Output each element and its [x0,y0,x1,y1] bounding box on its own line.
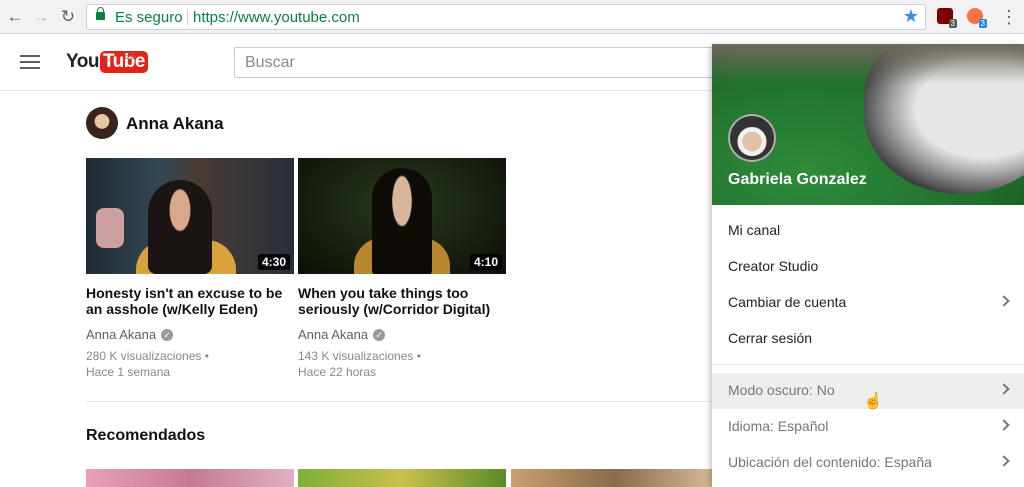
lock-icon [96,7,105,20]
video-channel[interactable]: Anna Akana ✓ [86,327,294,342]
browser-menu-icon[interactable]: ⋮ [1000,6,1018,28]
video-thumbnail[interactable]: 4:10 [298,158,506,274]
menu-item-label: Creator Studio [728,258,819,274]
menu-item-label: Cambiar de cuenta [728,294,847,310]
account-dropdown: Gabriela Gonzalez Mi canal Creator Studi… [712,44,1024,487]
video-channel-name[interactable]: Anna Akana [86,327,156,342]
menu-item-idioma[interactable]: Idioma: Español [712,409,1024,445]
hand-cursor-icon: ☝ [863,393,883,410]
country-code: ES [124,51,137,61]
video-channel-name[interactable]: Anna Akana [298,327,368,342]
channel-name[interactable]: Anna Akana [126,114,224,134]
section-title: Recomendados [86,427,206,444]
menu-item-ubicacion[interactable]: Ubicación del contenido: España [712,445,1024,481]
search-input[interactable]: Buscar [234,47,714,78]
browser-toolbar: ← → ↻ Es seguro https://www.youtube.com … [0,0,1024,34]
url-separator [187,9,188,25]
recommended-thumbnail[interactable] [511,469,719,487]
menu-divider [712,364,1024,365]
menu-item-label: Cerrar sesión [728,330,813,346]
hamburger-menu-icon[interactable] [20,55,40,69]
verified-icon: ✓ [373,328,386,341]
reload-icon[interactable]: ↻ [57,6,79,28]
video-meta: 280 K visualizaciones • Hace 1 semana [86,348,294,380]
video-views: 143 K visualizaciones [298,349,414,363]
back-icon[interactable]: ← [4,6,26,28]
menu-item-label: Modo oscuro: No [728,382,835,398]
chevron-right-icon [998,419,1010,431]
bookmark-star-icon[interactable]: ★ [903,6,919,27]
account-banner: Gabriela Gonzalez [712,44,1024,205]
menu-item-cambiar-cuenta[interactable]: Cambiar de cuenta [712,285,1024,321]
menu-item-label: Mi canal [728,222,781,238]
video-views: 280 K visualizaciones [86,349,202,363]
channel-avatar[interactable] [86,107,118,139]
video-card[interactable]: 4:30 Honesty isn't an excuse to be an as… [86,158,294,380]
url-text[interactable]: https://www.youtube.com [193,9,360,26]
recommended-thumbnail[interactable] [298,469,506,487]
logo-you: You [66,51,99,72]
menu-item-mi-canal[interactable]: Mi canal [712,213,1024,249]
video-channel[interactable]: Anna Akana ✓ [298,327,506,342]
chevron-right-icon [998,455,1010,467]
security-label[interactable]: Es seguro [115,9,183,26]
verified-icon: ✓ [161,328,174,341]
section-divider [86,401,712,402]
video-age: Hace 1 semana [86,365,171,379]
chevron-right-icon [998,383,1010,395]
chevron-right-icon [998,295,1010,307]
video-thumbnail[interactable]: 4:30 [86,158,294,274]
video-card[interactable]: 4:10 When you take things too seriously … [298,158,506,380]
video-title[interactable]: When you take things too seriously (w/Co… [298,285,498,317]
video-duration: 4:30 [257,254,290,270]
menu-item-cerrar-sesion[interactable]: Cerrar sesión [712,321,1024,357]
recommended-thumbnail[interactable] [86,469,294,487]
menu-item-label: Ubicación del contenido: España [728,454,932,470]
ublock-extension-icon[interactable]: 3 [937,8,957,28]
video-age: Hace 22 horas [298,365,377,379]
avatar[interactable] [728,114,776,162]
menu-item-creator-studio[interactable]: Creator Studio [712,249,1024,285]
forward-icon[interactable]: → [30,6,52,28]
play-extension-icon[interactable]: 3 [967,8,987,28]
address-bar[interactable]: Es seguro https://www.youtube.com ★ [86,4,926,30]
account-name: Gabriela Gonzalez [728,171,867,188]
extension-badge: 3 [978,19,987,28]
extension-badge: 3 [948,19,957,28]
video-duration: 4:10 [469,254,502,270]
menu-item-label: Idioma: Español [728,418,829,434]
video-meta: 143 K visualizaciones • Hace 22 horas [298,348,506,380]
video-title[interactable]: Honesty isn't an excuse to be an asshole… [86,285,286,317]
